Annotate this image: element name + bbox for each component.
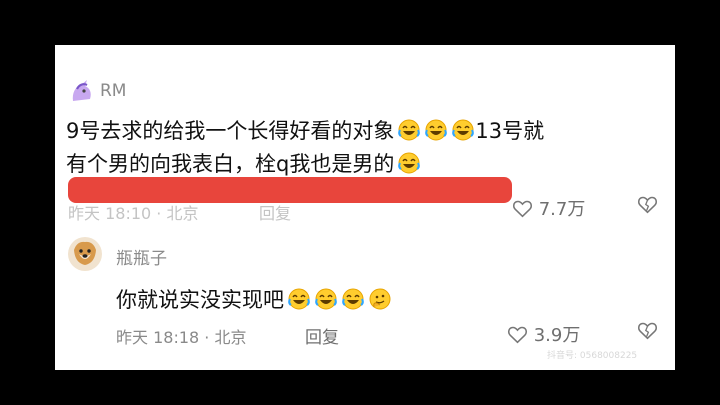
comment-text-suffix: 13号就 <box>475 119 545 143</box>
like-group[interactable]: 7.7万 <box>512 195 585 223</box>
comment-text: 你就说实没实现吧 <box>116 288 284 312</box>
comment-text: 9号去求的给我一个长得好看的对象 <box>66 119 395 143</box>
redaction-bar <box>68 177 512 203</box>
like-group[interactable]: 3.9万 <box>507 321 580 349</box>
heart-outline-icon[interactable] <box>512 199 533 223</box>
laugh-cry-emoji <box>397 152 421 174</box>
laugh-cry-emoji <box>424 119 448 141</box>
dislike-heart-icon[interactable] <box>637 195 658 218</box>
comment-username[interactable]: RM <box>100 81 126 101</box>
laugh-cry-emoji <box>314 288 338 310</box>
thinking-emoji <box>368 288 392 310</box>
comment-text-line1: 你就说实没实现吧 <box>116 284 392 314</box>
like-count: 3.9万 <box>533 325 581 346</box>
comment-text-line2: 有个男的向我表白，栓q我也是男的 <box>66 148 421 178</box>
laugh-cry-emoji <box>397 119 421 141</box>
reply-link[interactable]: 回复 <box>305 323 339 348</box>
like-count: 7.7万 <box>538 199 586 220</box>
comment-time-location: 昨天 18:18 · 北京 <box>116 328 247 347</box>
comment-username[interactable]: 瓶瓶子 <box>116 244 167 269</box>
unicorn-avatar-icon[interactable] <box>69 79 95 107</box>
comment-text: 有个男的向我表白，栓q我也是男的 <box>66 152 395 176</box>
comment-panel: RM 9号去求的给我一个长得好看的对象 13号就 有个男的向我表白，栓q我也是男的… <box>55 45 675 370</box>
comment-text-line1: 9号去求的给我一个长得好看的对象 13号就 <box>66 115 544 145</box>
dislike-heart-icon[interactable] <box>637 321 658 344</box>
laugh-cry-emoji <box>287 288 311 310</box>
dog-avatar-icon[interactable] <box>67 236 103 276</box>
laugh-cry-emoji <box>451 119 475 141</box>
heart-outline-icon[interactable] <box>507 325 528 349</box>
reply-link[interactable]: 回复 <box>259 200 291 224</box>
watermark: 抖音号: 0568008225 <box>547 351 638 361</box>
comment-time-location: 昨天 18:10 · 北京 <box>68 204 199 223</box>
laugh-cry-emoji <box>341 288 365 310</box>
